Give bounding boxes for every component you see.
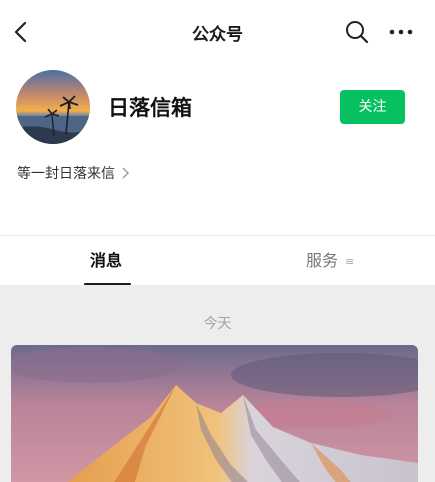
account-name: 日落信箱 bbox=[108, 96, 192, 120]
navigation-bar: 公众号 bbox=[0, 0, 435, 64]
more-icon bbox=[389, 29, 413, 35]
message-feed: 今天 bbox=[0, 285, 435, 482]
tab-messages[interactable]: 消息 bbox=[90, 236, 122, 286]
more-button[interactable] bbox=[386, 19, 416, 45]
search-icon bbox=[346, 21, 369, 44]
chevron-right-icon bbox=[122, 167, 129, 179]
avatar[interactable] bbox=[16, 70, 90, 144]
account-intro-text: 等一封日落来信 bbox=[17, 166, 115, 182]
account-intro-link[interactable]: 等一封日落来信 bbox=[17, 163, 129, 183]
article-card[interactable] bbox=[11, 345, 418, 482]
date-label: 今天 bbox=[203, 316, 232, 332]
tab-services[interactable]: 服务 ≡ bbox=[306, 236, 354, 286]
back-icon bbox=[14, 21, 27, 43]
tab-services-label: 服务 bbox=[306, 251, 339, 270]
mountain-sunset-photo bbox=[11, 345, 418, 482]
account-profile: 日落信箱 关注 等一封日落来信 bbox=[0, 64, 435, 234]
back-button[interactable] bbox=[10, 18, 34, 46]
search-button[interactable] bbox=[344, 19, 370, 45]
tab-bar: 消息 服务 ≡ bbox=[0, 235, 435, 286]
follow-button[interactable]: 关注 bbox=[340, 90, 405, 124]
sunset-beach-avatar-image bbox=[16, 70, 90, 144]
menu-lines-icon: ≡ bbox=[345, 254, 355, 268]
